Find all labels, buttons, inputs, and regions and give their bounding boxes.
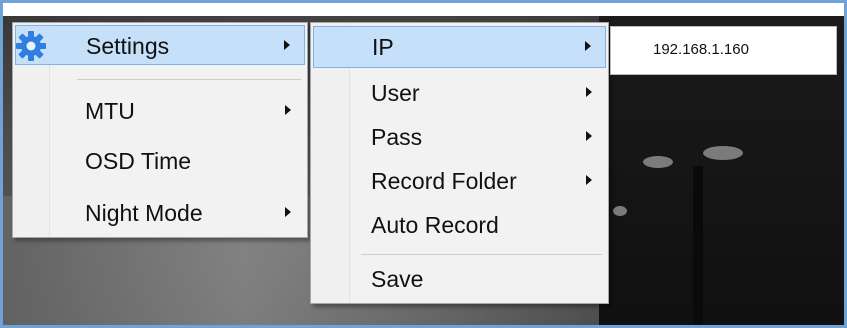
submenu-arrow-icon	[586, 87, 592, 97]
menu-item-label: OSD Time	[85, 148, 192, 174]
submenu-arrow-icon	[285, 207, 291, 217]
menu-item-settings[interactable]: Settings	[15, 25, 305, 65]
menu-item-label: IP	[372, 34, 394, 60]
video-speck	[613, 206, 627, 216]
submenu-arrow-icon	[285, 105, 291, 115]
context-menu-main: Settings MTU OSD Time Night Mode	[12, 22, 308, 238]
ip-value-item[interactable]: 192.168.1.160	[610, 26, 837, 75]
menu-item-label: User	[371, 80, 420, 106]
ip-address-text: 192.168.1.160	[653, 41, 749, 58]
video-speck	[643, 156, 673, 168]
menu-item-auto-record[interactable]: Auto Record	[313, 205, 606, 245]
menu-separator	[77, 79, 301, 80]
menu-item-label: Pass	[371, 124, 423, 150]
menu-item-label: MTU	[85, 98, 135, 124]
menu-item-ip[interactable]: IP	[313, 26, 606, 68]
menu-item-night-mode[interactable]: Night Mode	[15, 193, 305, 233]
submenu-arrow-icon	[586, 131, 592, 141]
menu-item-label: Auto Record	[371, 212, 499, 238]
menu-item-osd-time[interactable]: OSD Time	[15, 141, 305, 181]
menu-item-label: Record Folder	[371, 168, 517, 194]
menu-item-user[interactable]: User	[313, 73, 606, 113]
menu-item-mtu[interactable]: MTU	[15, 91, 305, 131]
menu-item-save[interactable]: Save	[313, 259, 606, 299]
menu-item-label: Save	[371, 266, 424, 292]
menu-separator	[361, 254, 602, 255]
menu-item-label: Settings	[86, 33, 170, 59]
context-menu-settings: IP User Pass Record Folder Auto Record S…	[310, 22, 609, 304]
submenu-arrow-icon	[586, 175, 592, 185]
gear-icon	[16, 31, 46, 61]
video-speck	[703, 146, 743, 160]
menu-item-record-folder[interactable]: Record Folder	[313, 161, 606, 201]
submenu-arrow-icon	[585, 41, 591, 51]
menu-item-pass[interactable]: Pass	[313, 117, 606, 157]
submenu-arrow-icon	[284, 40, 290, 50]
video-post	[693, 166, 703, 325]
menu-item-label: Night Mode	[85, 200, 203, 226]
